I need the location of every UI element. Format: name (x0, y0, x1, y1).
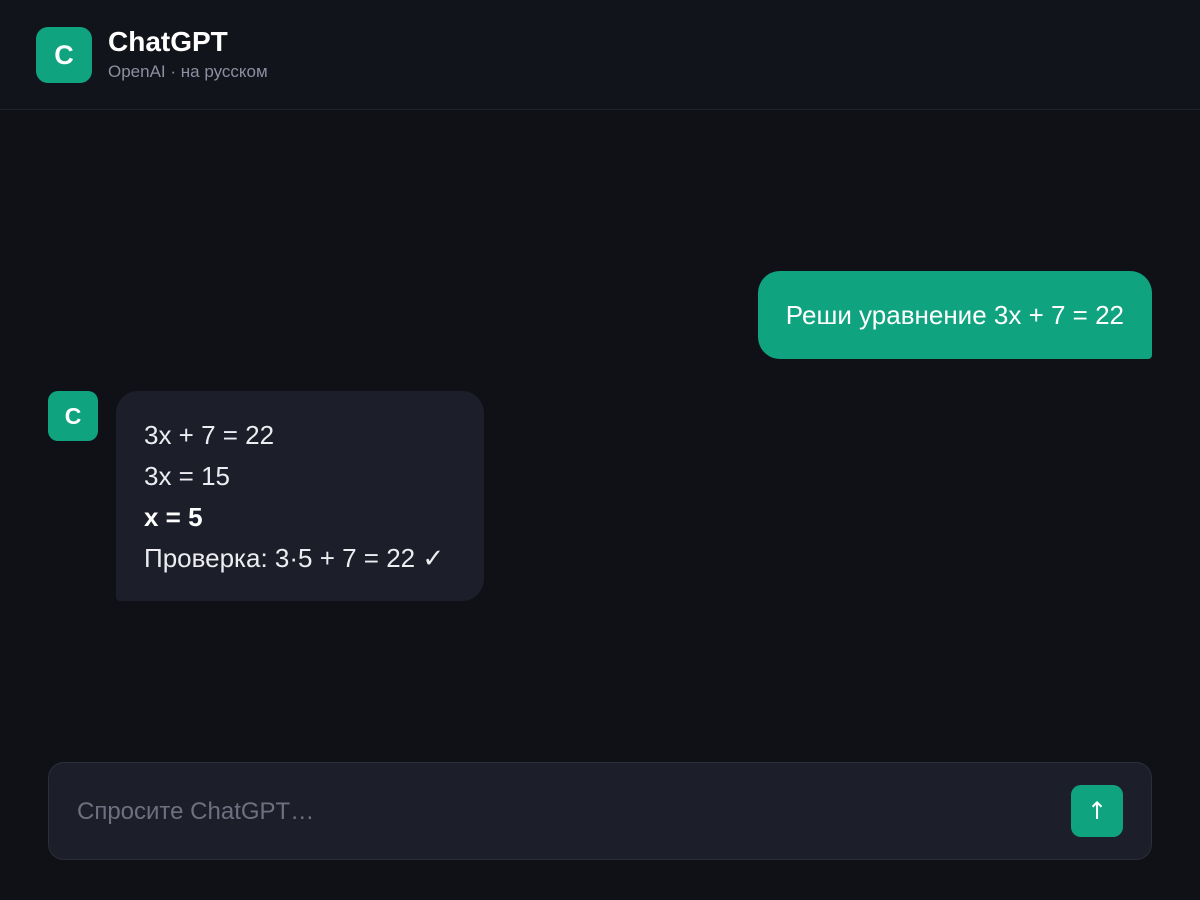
arrow-up-icon: ↑ (1086, 797, 1108, 825)
page-title: ChatGPT (108, 26, 228, 57)
chatgpt-logo: C (36, 27, 92, 83)
message-input[interactable] (77, 787, 1037, 837)
assistant-message: 3x + 7 = 22 3x = 15 x = 5 Проверка: 3·5 … (116, 391, 484, 601)
send-button[interactable]: ↑ (1071, 785, 1123, 837)
user-message-text: Реши уравнение 3x + 7 = 22 (785, 299, 1124, 330)
assistant-message-line: 3x = 15 (144, 461, 231, 491)
assistant-message-answer: x = 5 (144, 502, 203, 532)
assistant-message-line: 3x + 7 = 22 (144, 420, 275, 450)
chat-header: C ChatGPT OpenAI · на русском (0, 0, 1200, 110)
user-message: Реши уравнение 3x + 7 = 22 (757, 271, 1152, 359)
message-composer: ↑ (48, 762, 1152, 860)
assistant-avatar: C (48, 391, 98, 441)
assistant-message-check: Проверка: 3·5 + 7 = 22 ✓ (144, 543, 445, 573)
page-subtitle: OpenAI · на русском (108, 62, 268, 81)
